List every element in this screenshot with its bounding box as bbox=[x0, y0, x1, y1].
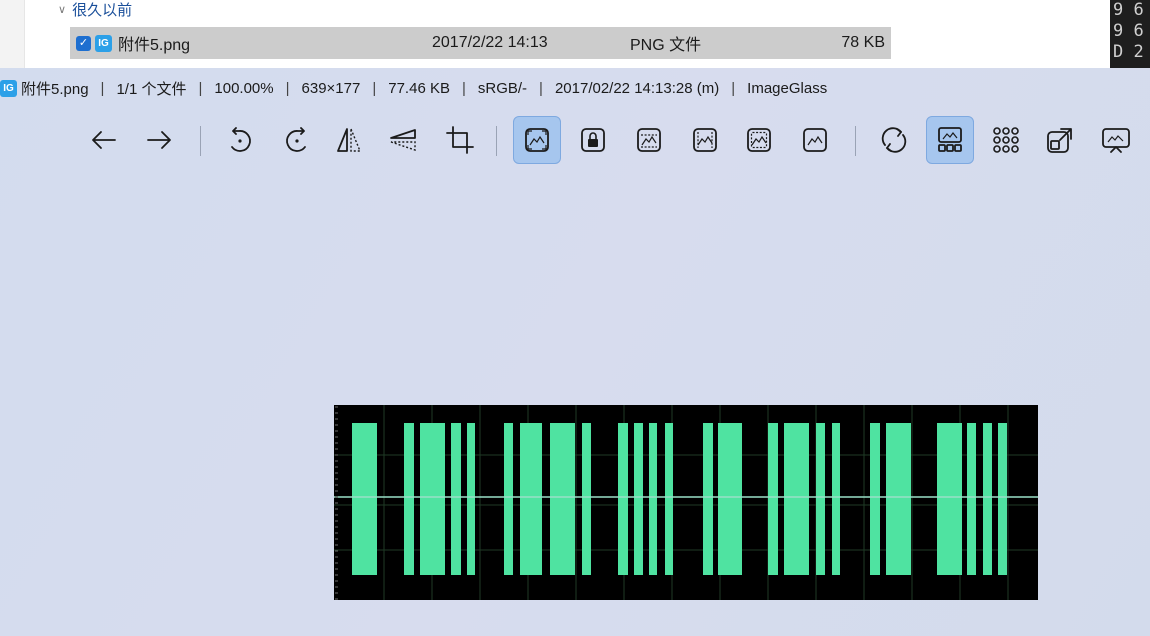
gallery-icon bbox=[993, 127, 1019, 153]
title-info-7: ImageGlass bbox=[747, 79, 828, 97]
rotate-right-button[interactable] bbox=[272, 116, 320, 164]
flip-horizontal-button[interactable] bbox=[325, 116, 373, 164]
signal-bar bbox=[967, 423, 976, 575]
title-info-0: 附件5.png bbox=[21, 80, 89, 98]
title-info-4: 77.46 KB bbox=[388, 79, 450, 97]
signal-bar bbox=[983, 423, 992, 575]
flip-vertical-icon bbox=[390, 129, 416, 151]
scale-to-fit-button[interactable] bbox=[735, 116, 783, 164]
file-explorer-pane: ∨ 很久以前 ✓ IG 附件5.png 2017/2/22 14:13 PNG … bbox=[0, 0, 1150, 68]
signal-bar bbox=[520, 423, 542, 575]
scale-to-width-button[interactable] bbox=[625, 116, 673, 164]
file-name: 附件5.png bbox=[118, 37, 191, 54]
signal-bar bbox=[665, 423, 673, 575]
toolbar-separator bbox=[855, 126, 856, 156]
title-separator: | bbox=[285, 79, 290, 97]
navigation-pane-edge bbox=[0, 0, 25, 68]
signal-bar bbox=[784, 423, 809, 575]
rotate-right-icon bbox=[286, 127, 306, 152]
refresh-icon bbox=[881, 127, 907, 153]
title-separator: | bbox=[731, 79, 736, 97]
signal-bar bbox=[937, 423, 962, 575]
file-date: 2017/2/22 14:13 bbox=[432, 34, 548, 51]
crop-icon bbox=[446, 126, 474, 154]
signal-bar bbox=[886, 423, 911, 575]
signal-bar bbox=[870, 423, 880, 575]
title-info-6: 2017/02/22 14:13:28 (m) bbox=[554, 79, 720, 97]
title-separator: | bbox=[100, 79, 105, 97]
title-separator: | bbox=[461, 79, 466, 97]
flip-horizontal-icon bbox=[337, 128, 362, 152]
file-row-selected[interactable]: ✓ IG 附件5.png 2017/2/22 14:13 PNG 文件 78 K… bbox=[70, 27, 891, 59]
slideshow-icon bbox=[1102, 128, 1130, 153]
signal-bar bbox=[768, 423, 778, 575]
auto-zoom-button[interactable] bbox=[513, 116, 561, 164]
title-separator: | bbox=[198, 79, 203, 97]
arrow-left-button[interactable] bbox=[80, 116, 128, 164]
title-separator: | bbox=[539, 79, 543, 97]
title-separator: | bbox=[372, 79, 377, 97]
group-header-long-ago[interactable]: ∨ 很久以前 bbox=[58, 0, 133, 19]
title-info-2: 100.00% bbox=[214, 79, 274, 97]
signal-bar bbox=[998, 423, 1007, 575]
file-size: 78 KB bbox=[841, 34, 885, 51]
arrow-left-icon bbox=[92, 131, 116, 149]
crop-button[interactable] bbox=[436, 116, 484, 164]
signal-bar bbox=[550, 423, 575, 575]
scale-to-width-icon bbox=[637, 128, 661, 152]
scale-to-fill-icon bbox=[803, 128, 827, 152]
signal-bar bbox=[352, 423, 377, 575]
thumbnail-bar-button[interactable] bbox=[926, 116, 974, 164]
checkbox-icon[interactable]: ✓ bbox=[76, 35, 91, 51]
title-info-1: 1/1 个文件 bbox=[116, 80, 187, 98]
signal-bar bbox=[420, 423, 445, 575]
signal-bar bbox=[404, 423, 414, 575]
rotate-left-icon bbox=[231, 127, 251, 152]
open-external-icon bbox=[1047, 128, 1072, 153]
signal-bar bbox=[467, 423, 475, 575]
gallery-button[interactable] bbox=[982, 116, 1030, 164]
signal-bar bbox=[649, 423, 657, 575]
arrow-right-icon bbox=[147, 131, 171, 149]
flip-vertical-button[interactable] bbox=[379, 116, 427, 164]
signal-bar bbox=[816, 423, 825, 575]
group-header-label: 很久以前 bbox=[72, 1, 133, 19]
toolbar-separator bbox=[200, 126, 201, 156]
title-info-5: sRGB/- bbox=[477, 79, 528, 97]
signal-bar bbox=[504, 423, 513, 575]
slideshow-button[interactable] bbox=[1092, 116, 1140, 164]
arrow-right-button[interactable] bbox=[135, 116, 183, 164]
signal-bar bbox=[703, 423, 713, 575]
code-editor-edge: 9 6 9 6 D 2 bbox=[1110, 0, 1150, 68]
imageglass-app-icon: IG bbox=[0, 79, 17, 97]
image-canvas[interactable] bbox=[334, 405, 1038, 600]
lock-zoom-button[interactable] bbox=[569, 116, 617, 164]
title-info-3: 639×177 bbox=[301, 79, 361, 97]
lock-zoom-icon bbox=[581, 128, 605, 152]
title-bar: IG 附件5.png | 1/1 个文件 | 100.00% | 639×177 | 77.46… bbox=[0, 76, 827, 100]
toolbar-separator bbox=[496, 126, 497, 156]
signal-bar bbox=[582, 423, 591, 575]
signal-bar bbox=[832, 423, 840, 575]
signal-bar bbox=[618, 423, 628, 575]
signal-bar bbox=[451, 423, 461, 575]
signal-bar bbox=[718, 423, 742, 575]
auto-zoom-icon bbox=[525, 128, 549, 152]
chevron-down-icon[interactable]: ∨ bbox=[58, 3, 66, 16]
refresh-button[interactable] bbox=[870, 116, 918, 164]
file-type: PNG 文件 bbox=[630, 37, 702, 54]
open-external-button[interactable] bbox=[1036, 116, 1084, 164]
thumbnail-bar-icon bbox=[938, 127, 962, 152]
rotate-left-button[interactable] bbox=[217, 116, 265, 164]
imageglass-viewer: IG 附件5.png | 1/1 个文件 | 100.00% | 639×177 | 77.46… bbox=[0, 68, 1150, 636]
scale-to-height-button[interactable] bbox=[681, 116, 729, 164]
viewed-image bbox=[334, 405, 1038, 600]
scale-to-fit-icon bbox=[747, 128, 771, 152]
signal-bar bbox=[634, 423, 643, 575]
scale-to-fill-button[interactable] bbox=[791, 116, 839, 164]
scale-to-height-icon bbox=[693, 128, 717, 152]
toolbar bbox=[80, 116, 1150, 168]
imageglass-file-icon: IG bbox=[95, 34, 112, 52]
